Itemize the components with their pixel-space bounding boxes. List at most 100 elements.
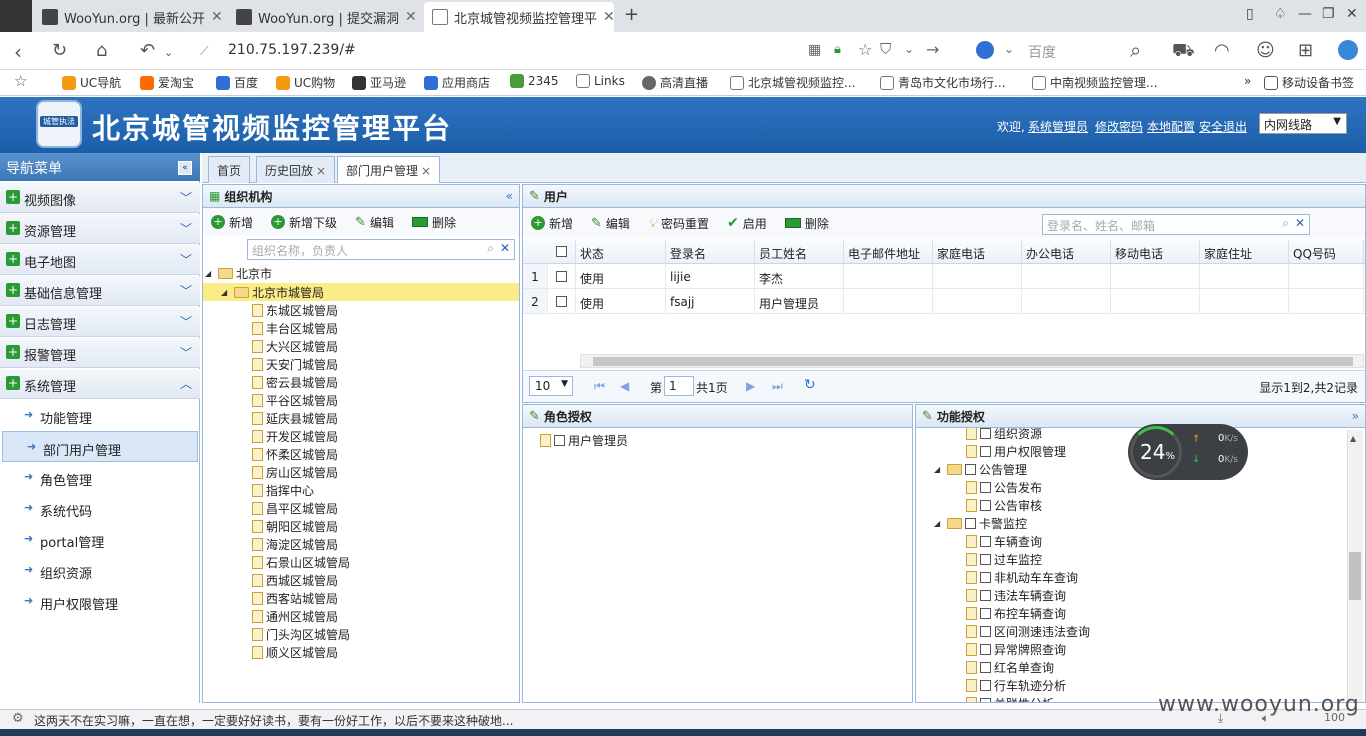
- tree-node[interactable]: 指挥中心: [252, 481, 314, 499]
- tree-node[interactable]: 丰台区城管局: [252, 319, 338, 337]
- func-checkbox[interactable]: [980, 571, 991, 583]
- local-config-link[interactable]: 本地配置: [1147, 118, 1195, 135]
- nav-item[interactable]: 系统代码: [0, 493, 200, 524]
- func-checkbox[interactable]: [980, 625, 991, 637]
- sidebar-toggle-icon[interactable]: ▯: [1246, 6, 1254, 22]
- bookmark-baidu[interactable]: 百度: [216, 74, 258, 91]
- star-icon[interactable]: ☆: [858, 40, 872, 59]
- func-tree-node[interactable]: 用户权限管理: [966, 442, 1066, 460]
- func-checkbox[interactable]: [965, 463, 976, 475]
- bookmark-links[interactable]: Links: [576, 74, 625, 88]
- network-line-select[interactable]: 内网线路 ▼: [1259, 113, 1347, 134]
- org-add-child-button[interactable]: + 新增下级: [271, 214, 337, 231]
- search-icon[interactable]: ⌕: [1282, 216, 1289, 231]
- expand-toggle-icon[interactable]: ◢: [205, 269, 215, 278]
- close-window-icon[interactable]: ✕: [1346, 6, 1358, 22]
- chevron-down-icon[interactable]: ﹀: [180, 313, 192, 330]
- bookmark-more[interactable]: »: [1244, 74, 1251, 88]
- url-field[interactable]: 210.75.197.239/#: [228, 42, 356, 58]
- bookmark-aitaobao[interactable]: 爱淘宝: [140, 74, 194, 91]
- undo-icon[interactable]: ↶: [140, 40, 155, 61]
- nav-section[interactable]: + 资源管理 ﹀: [0, 214, 200, 244]
- prev-page-icon[interactable]: ◀: [620, 379, 629, 393]
- search-engine-field[interactable]: 百度: [1028, 42, 1056, 62]
- func-checkbox[interactable]: [980, 499, 991, 511]
- tree-node[interactable]: 平谷区城管局: [252, 391, 338, 409]
- tab-dept-user[interactable]: 部门用户管理 ×: [337, 156, 441, 183]
- row-checkbox[interactable]: [556, 296, 567, 307]
- user-search-input[interactable]: 登录名、姓名、邮箱 ⌕ ✕: [1042, 214, 1310, 235]
- tree-node[interactable]: 通州区城管局: [252, 607, 338, 625]
- chevron-down-icon[interactable]: ﹀: [180, 282, 192, 299]
- func-tree-node[interactable]: 组织资源: [966, 428, 1042, 442]
- nav-section[interactable]: + 报警管理 ﹀: [0, 338, 200, 368]
- func-tree-folder[interactable]: ◢ 卡警监控: [934, 514, 1027, 532]
- func-checkbox[interactable]: [980, 661, 991, 673]
- user-edit-button[interactable]: ✎ 编辑: [591, 215, 630, 232]
- tree-node[interactable]: 东城区城管局: [252, 301, 338, 319]
- tree-node[interactable]: 房山区城管局: [252, 463, 338, 481]
- nav-section[interactable]: + 系统管理 ︿: [0, 369, 200, 399]
- func-tree-node[interactable]: 公告发布: [966, 478, 1042, 496]
- func-checkbox[interactable]: [980, 445, 991, 457]
- home-icon[interactable]: ⌂: [96, 40, 107, 61]
- column-header[interactable]: 家庭住址: [1200, 240, 1289, 264]
- func-tree-node[interactable]: 区间测速违法查询: [966, 622, 1090, 640]
- user-link[interactable]: 系统管理员: [1028, 118, 1088, 135]
- tree-node[interactable]: 大兴区城管局: [252, 337, 338, 355]
- column-header[interactable]: 办公电话: [1022, 240, 1111, 264]
- qr-icon[interactable]: ▦: [808, 42, 821, 58]
- column-header[interactable]: 状态: [576, 240, 666, 264]
- func-tree-node[interactable]: 关联性分析: [966, 694, 1054, 702]
- nav-item[interactable]: 功能管理: [0, 400, 200, 431]
- tree-node[interactable]: 朝阳区城管局: [252, 517, 338, 535]
- browser-tab-3[interactable]: 北京城管视频监控管理平 ✕: [424, 2, 614, 32]
- close-icon[interactable]: ×: [316, 164, 326, 178]
- first-page-icon[interactable]: ⏮: [594, 379, 605, 394]
- func-checkbox[interactable]: [980, 643, 991, 655]
- minimize-icon[interactable]: —: [1298, 6, 1312, 22]
- chevron-down-icon[interactable]: ﹀: [180, 251, 192, 268]
- tree-node[interactable]: 怀柔区城管局: [252, 445, 338, 463]
- org-search-input[interactable]: 组织名称，负责人 ⌕ ✕: [247, 239, 515, 260]
- apps-icon[interactable]: ⊞: [1298, 40, 1313, 61]
- tree-node[interactable]: 延庆县城管局: [252, 409, 338, 427]
- tree-node[interactable]: 海淀区城管局: [252, 535, 338, 553]
- nav-section[interactable]: + 基础信息管理 ﹀: [0, 276, 200, 306]
- browser-tab-1[interactable]: WooYun.org | 最新公开 ✕: [34, 2, 224, 32]
- lock-icon[interactable]: 🔒︎: [834, 42, 841, 57]
- func-tree-node[interactable]: 违法车辆查询: [966, 586, 1066, 604]
- clear-icon[interactable]: ✕: [500, 241, 510, 255]
- func-checkbox[interactable]: [980, 553, 991, 565]
- close-icon[interactable]: ×: [421, 164, 431, 178]
- func-tree-node[interactable]: 非机动车车查询: [966, 568, 1078, 586]
- expand-toggle-icon[interactable]: ◢: [221, 288, 231, 297]
- expand-toggle-icon[interactable]: ◢: [934, 519, 944, 528]
- tree-node[interactable]: 天安门城管局: [252, 355, 338, 373]
- search-icon[interactable]: ⌕: [1130, 38, 1141, 62]
- shield-icon[interactable]: ⛉: [880, 40, 891, 58]
- page-input[interactable]: 1: [664, 376, 694, 396]
- func-tree-node[interactable]: 过车监控: [966, 550, 1042, 568]
- nav-section[interactable]: + 日志管理 ﹀: [0, 307, 200, 337]
- org-edit-button[interactable]: ✎ 编辑: [355, 214, 394, 231]
- last-page-icon[interactable]: ⏭: [772, 379, 783, 394]
- nav-item[interactable]: 用户权限管理: [0, 586, 200, 617]
- nav-section[interactable]: + 电子地图 ﹀: [0, 245, 200, 275]
- func-tree-node[interactable]: 行车轨迹分析: [966, 676, 1066, 694]
- close-icon[interactable]: ✕: [211, 9, 223, 25]
- column-header[interactable]: 员工姓名: [755, 240, 844, 264]
- tree-node[interactable]: 西客站城管局: [252, 589, 338, 607]
- tree-node[interactable]: 门头沟区城管局: [252, 625, 350, 643]
- enable-button[interactable]: ✔ 启用: [727, 215, 767, 232]
- nav-item[interactable]: 组织资源: [0, 555, 200, 586]
- scroll-thumb[interactable]: [593, 357, 1353, 366]
- password-reset-button[interactable]: 💡︎ 密码重置: [648, 215, 709, 232]
- tree-node[interactable]: 顺义区城管局: [252, 643, 338, 661]
- tree-node[interactable]: 密云县城管局: [252, 373, 338, 391]
- bookmark-zhongnan[interactable]: 中南视频监控管理...: [1032, 74, 1157, 91]
- expand-toggle-icon[interactable]: ◢: [934, 465, 944, 474]
- func-tree-node[interactable]: 布控车辆查询: [966, 604, 1066, 622]
- column-header[interactable]: 登录名: [666, 240, 755, 264]
- role-checkbox[interactable]: [554, 434, 565, 446]
